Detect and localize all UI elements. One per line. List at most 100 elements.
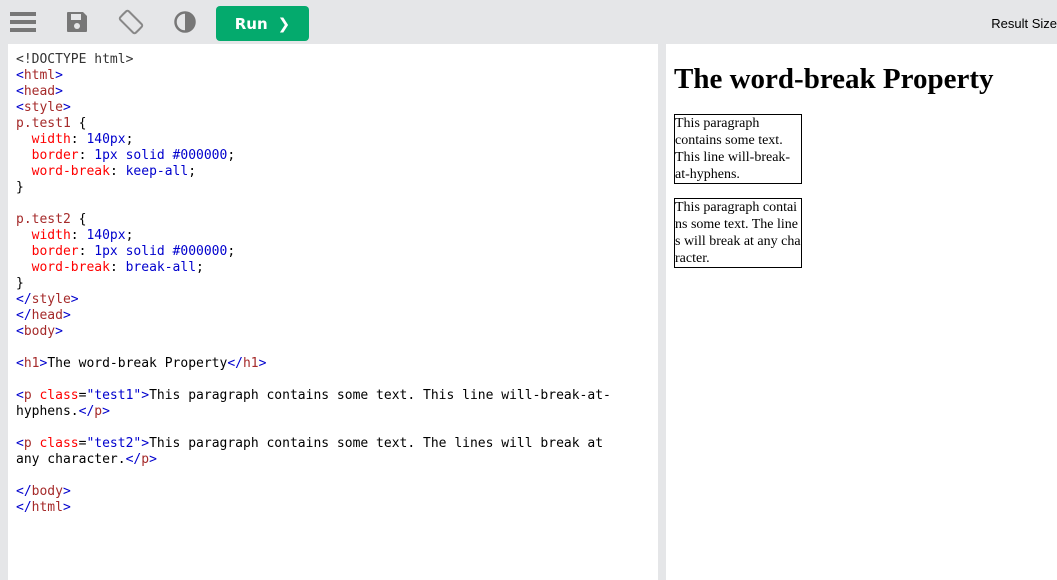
code-token: > xyxy=(55,68,63,83)
code-token: < xyxy=(16,84,24,99)
code-token: ; xyxy=(227,244,236,259)
code-line: width: 140px; xyxy=(16,132,658,148)
save-icon[interactable] xyxy=(62,8,92,36)
code-token: p xyxy=(23,436,32,451)
code-line: border: 1px solid #000000; xyxy=(16,244,658,260)
chevron-right-icon: ❯ xyxy=(277,14,291,33)
result-paragraph-test2: This paragraph contains some text. The l… xyxy=(674,198,802,268)
run-button[interactable]: Run ❯ xyxy=(216,6,309,41)
code-token: border xyxy=(31,148,79,163)
code-token: </ xyxy=(16,292,32,307)
code-token: This paragraph contains some text. The l… xyxy=(149,436,604,451)
code-token: any character. xyxy=(16,452,126,467)
code-token: > xyxy=(141,436,150,451)
code-token: word-break xyxy=(31,260,110,275)
code-token: hyphens. xyxy=(16,404,79,419)
result-heading: The word-break Property xyxy=(674,63,994,95)
code-line: } xyxy=(16,180,658,196)
code-token: > xyxy=(62,500,71,515)
code-token: head xyxy=(31,308,63,323)
code-line: <h1>The word-break Property</h1> xyxy=(16,356,658,372)
code-token: > xyxy=(141,388,150,403)
code-token: > xyxy=(102,404,110,419)
rotate-icon[interactable] xyxy=(116,8,146,36)
contrast-icon[interactable] xyxy=(170,8,200,36)
code-token: style xyxy=(23,100,63,115)
code-token: p.test1 xyxy=(16,116,71,131)
code-token: > xyxy=(62,484,71,499)
code-line: p.test1 { xyxy=(16,116,658,132)
code-token: style xyxy=(31,292,71,307)
code-token: p.test2 xyxy=(16,212,71,227)
code-token: < xyxy=(16,356,24,371)
code-token: : xyxy=(78,148,95,163)
code-token: This paragraph contains some text. This … xyxy=(149,388,611,403)
code-token: > xyxy=(149,452,157,467)
code-token: break-all xyxy=(125,260,197,275)
code-token: html xyxy=(31,500,63,515)
code-token: class xyxy=(31,388,79,403)
code-token: ; xyxy=(227,148,236,163)
code-token: 1px solid #000000 xyxy=(94,244,228,259)
code-text[interactable]: <!DOCTYPE html> <html> <head> <style> p.test… xyxy=(8,44,658,516)
pane-divider[interactable] xyxy=(658,44,666,580)
code-token: word-break xyxy=(31,164,110,179)
code-token: > xyxy=(55,84,63,99)
code-token: width xyxy=(31,228,71,243)
code-line: width: 140px; xyxy=(16,228,658,244)
code-token: 140px xyxy=(86,132,126,147)
code-line: <!DOCTYPE html> xyxy=(16,52,658,68)
code-line: border: 1px solid #000000; xyxy=(16,148,658,164)
code-line: } xyxy=(16,276,658,292)
code-line: <html> xyxy=(16,68,658,84)
code-token: > xyxy=(70,292,79,307)
code-token: p xyxy=(94,404,103,419)
code-token: h1 xyxy=(23,356,40,371)
code-token: body xyxy=(31,484,63,499)
code-token: p xyxy=(23,388,32,403)
code-line: <body> xyxy=(16,324,658,340)
code-token: head xyxy=(23,84,56,99)
code-token: ; xyxy=(196,260,204,275)
code-line: <style> xyxy=(16,100,658,116)
code-token: </ xyxy=(78,404,95,419)
code-token: } xyxy=(16,180,24,195)
code-line: </style> xyxy=(16,292,658,308)
code-token: class xyxy=(31,436,79,451)
code-editor[interactable]: <!DOCTYPE html> <html> <head> <style> p.test… xyxy=(8,44,658,580)
code-token: ; xyxy=(125,228,134,243)
code-line: hyphens.</p> xyxy=(16,404,658,420)
code-token: </ xyxy=(16,484,32,499)
code-token: p xyxy=(141,452,150,467)
code-token: < xyxy=(16,68,24,83)
code-token: : xyxy=(109,260,126,275)
code-token: "test2" xyxy=(86,436,142,451)
code-token: : xyxy=(78,244,95,259)
result-document: The word-break Property This paragraph c… xyxy=(666,63,1057,268)
code-token: < xyxy=(16,100,24,115)
code-token: border xyxy=(31,244,79,259)
code-line: <p class="test2">This paragraph contains… xyxy=(16,436,658,452)
code-token: html xyxy=(23,68,56,83)
code-line: </head> xyxy=(16,308,658,324)
code-token: "test1" xyxy=(86,388,142,403)
code-token: </ xyxy=(16,500,32,515)
toolbar: Run ❯ Result Size xyxy=(0,0,1057,44)
run-button-label: Run xyxy=(234,14,268,33)
code-token: : xyxy=(70,228,87,243)
code-token: : xyxy=(109,164,126,179)
code-token: h1 xyxy=(242,356,259,371)
menu-icon[interactable] xyxy=(8,8,38,36)
code-token: > xyxy=(62,100,71,115)
code-line: p.test2 { xyxy=(16,212,658,228)
result-size-label: Result Size xyxy=(991,16,1057,31)
code-token: > xyxy=(62,308,71,323)
code-token: 140px xyxy=(86,228,126,243)
code-token: body xyxy=(23,324,56,339)
